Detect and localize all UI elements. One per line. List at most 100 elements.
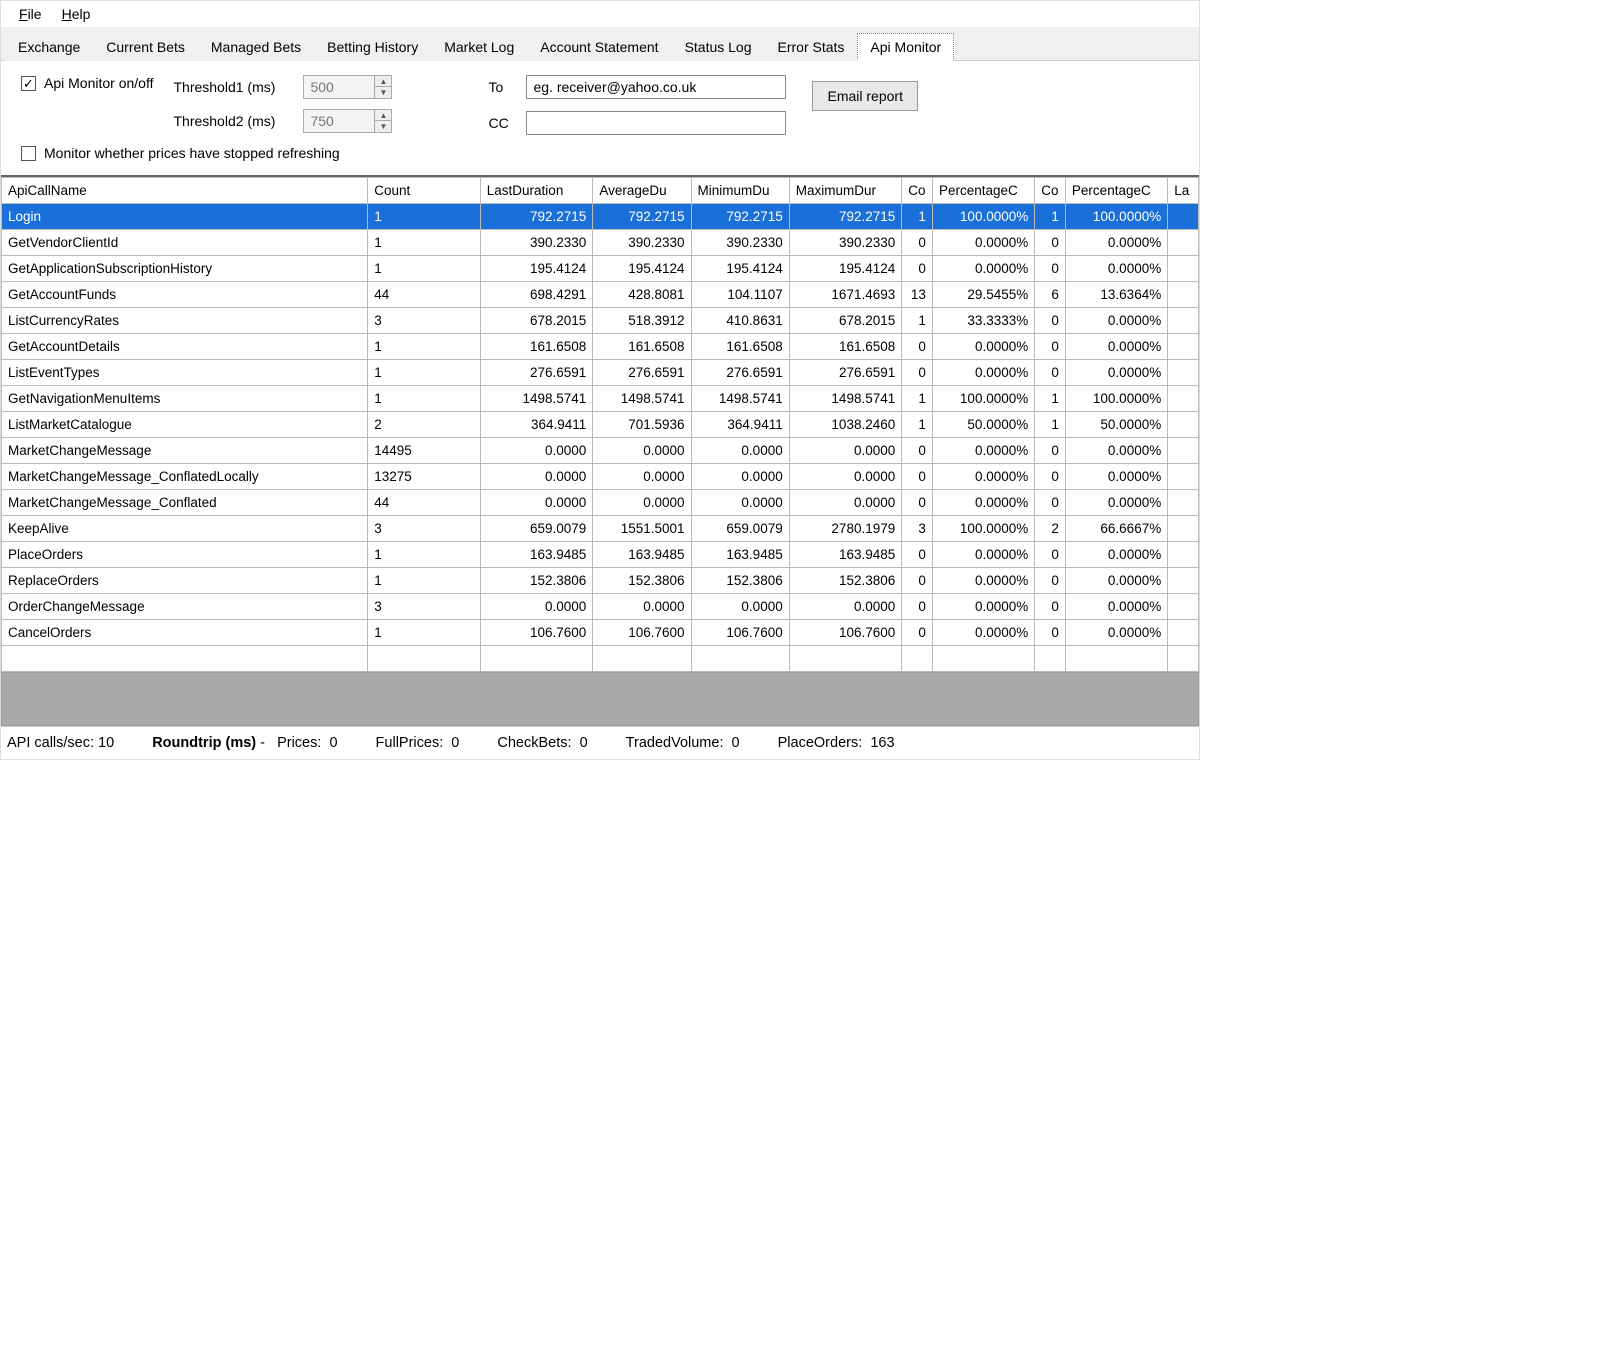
col-header[interactable]: Co	[1035, 178, 1066, 204]
spacer-bar	[1, 672, 1199, 726]
cell: 1	[368, 204, 481, 230]
cell: 0.0000%	[932, 360, 1034, 386]
col-header[interactable]: La	[1168, 178, 1199, 204]
cell: 792.2715	[691, 204, 789, 230]
cell: 106.7600	[691, 620, 789, 646]
cell	[932, 646, 1034, 672]
cell: 0	[902, 438, 933, 464]
to-input[interactable]	[526, 75, 786, 99]
cell: 390.2330	[691, 230, 789, 256]
cell: 1671.4693	[789, 282, 902, 308]
cell: 1	[902, 204, 933, 230]
cell: 0.0000	[480, 594, 593, 620]
tab-account-statement[interactable]: Account Statement	[527, 33, 671, 61]
api-calls-value: 10	[98, 735, 114, 751]
cell: 161.6508	[480, 334, 593, 360]
monitor-refresh-checkbox[interactable]	[21, 146, 36, 161]
tab-betting-history[interactable]: Betting History	[314, 33, 431, 61]
cell: 152.3806	[593, 568, 691, 594]
cell: 0	[902, 334, 933, 360]
col-header[interactable]: PercentageC	[932, 178, 1034, 204]
table-row[interactable]: MarketChangeMessage_Conflated440.00000.0…	[2, 490, 1199, 516]
threshold1-spinner[interactable]: ▲ ▼	[303, 75, 392, 99]
table-row[interactable]: Login1792.2715792.2715792.2715792.271511…	[2, 204, 1199, 230]
col-header[interactable]: ApiCallName	[2, 178, 368, 204]
threshold1-down-icon[interactable]: ▼	[375, 87, 391, 98]
table-row[interactable]: KeepAlive3659.00791551.5001659.00792780.…	[2, 516, 1199, 542]
cell: 0.0000%	[932, 542, 1034, 568]
grid-header-row[interactable]: ApiCallNameCountLastDurationAverageDuMin…	[2, 178, 1199, 204]
col-header[interactable]: Count	[368, 178, 481, 204]
threshold1-input[interactable]	[304, 76, 374, 98]
cell: 1498.5741	[480, 386, 593, 412]
col-header[interactable]: PercentageC	[1065, 178, 1167, 204]
table-row[interactable]: ListEventTypes1276.6591276.6591276.65912…	[2, 360, 1199, 386]
cell	[368, 646, 481, 672]
cell: 678.2015	[789, 308, 902, 334]
cell: 1	[1035, 204, 1066, 230]
tab-error-stats[interactable]: Error Stats	[765, 33, 858, 61]
table-row[interactable]: ListCurrencyRates3678.2015518.3912410.86…	[2, 308, 1199, 334]
fullprices-label: FullPrices:	[376, 735, 444, 751]
cell	[1065, 646, 1167, 672]
table-row[interactable]: GetVendorClientId1390.2330390.2330390.23…	[2, 230, 1199, 256]
cell: 1	[368, 568, 481, 594]
cc-input[interactable]	[526, 111, 786, 135]
cell	[1168, 256, 1199, 282]
cell: 390.2330	[789, 230, 902, 256]
threshold2-down-icon[interactable]: ▼	[375, 121, 391, 132]
table-row[interactable]: OrderChangeMessage30.00000.00000.00000.0…	[2, 594, 1199, 620]
cell: GetApplicationSubscriptionHistory	[2, 256, 368, 282]
cell: ReplaceOrders	[2, 568, 368, 594]
threshold2-input[interactable]	[304, 110, 374, 132]
table-row[interactable]: ReplaceOrders1152.3806152.3806152.380615…	[2, 568, 1199, 594]
col-header[interactable]: AverageDu	[593, 178, 691, 204]
cell: Login	[2, 204, 368, 230]
cell	[1168, 360, 1199, 386]
cell: 0	[1035, 620, 1066, 646]
cell: 1	[902, 386, 933, 412]
menu-help[interactable]: Help	[52, 4, 101, 24]
table-row[interactable]: GetApplicationSubscriptionHistory1195.41…	[2, 256, 1199, 282]
cell: 1	[1035, 412, 1066, 438]
tab-status-log[interactable]: Status Log	[672, 33, 765, 61]
email-report-button[interactable]: Email report	[812, 81, 917, 111]
cell: 161.6508	[789, 334, 902, 360]
table-row[interactable]: PlaceOrders1163.9485163.9485163.9485163.…	[2, 542, 1199, 568]
threshold2-up-icon[interactable]: ▲	[375, 110, 391, 121]
tradedvol-value: 0	[732, 735, 740, 751]
threshold2-spinner[interactable]: ▲ ▼	[303, 109, 392, 133]
table-row[interactable]: ListMarketCatalogue2364.9411701.5936364.…	[2, 412, 1199, 438]
threshold1-up-icon[interactable]: ▲	[375, 76, 391, 87]
cell: KeepAlive	[2, 516, 368, 542]
tab-managed-bets[interactable]: Managed Bets	[198, 33, 314, 61]
cell: 2	[1035, 516, 1066, 542]
tab-market-log[interactable]: Market Log	[431, 33, 527, 61]
cell	[1168, 412, 1199, 438]
col-header[interactable]: MaximumDur	[789, 178, 902, 204]
table-row[interactable]: MarketChangeMessage_ConflatedLocally1327…	[2, 464, 1199, 490]
cell: 0	[902, 490, 933, 516]
col-header[interactable]: MinimumDu	[691, 178, 789, 204]
cell	[1168, 334, 1199, 360]
cell: 44	[368, 282, 481, 308]
table-row[interactable]	[2, 646, 1199, 672]
tab-exchange[interactable]: Exchange	[5, 33, 93, 61]
col-header[interactable]: LastDuration	[480, 178, 593, 204]
prices-label: Prices:	[277, 735, 321, 751]
cell: 0.0000	[789, 490, 902, 516]
tab-current-bets[interactable]: Current Bets	[93, 33, 198, 61]
cell: 0	[1035, 308, 1066, 334]
table-row[interactable]: GetAccountFunds44698.4291428.8081104.110…	[2, 282, 1199, 308]
table-row[interactable]: CancelOrders1106.7600106.7600106.7600106…	[2, 620, 1199, 646]
cell: 0.0000	[480, 438, 593, 464]
table-row[interactable]: MarketChangeMessage144950.00000.00000.00…	[2, 438, 1199, 464]
cell: 163.9485	[789, 542, 902, 568]
table-row[interactable]: GetAccountDetails1161.6508161.6508161.65…	[2, 334, 1199, 360]
tab-api-monitor[interactable]: Api Monitor	[857, 33, 954, 61]
api-monitor-checkbox[interactable]	[21, 76, 36, 91]
col-header[interactable]: Co	[902, 178, 933, 204]
menu-file[interactable]: File	[9, 4, 52, 24]
table-row[interactable]: GetNavigationMenuItems11498.57411498.574…	[2, 386, 1199, 412]
cell: 0.0000	[593, 464, 691, 490]
